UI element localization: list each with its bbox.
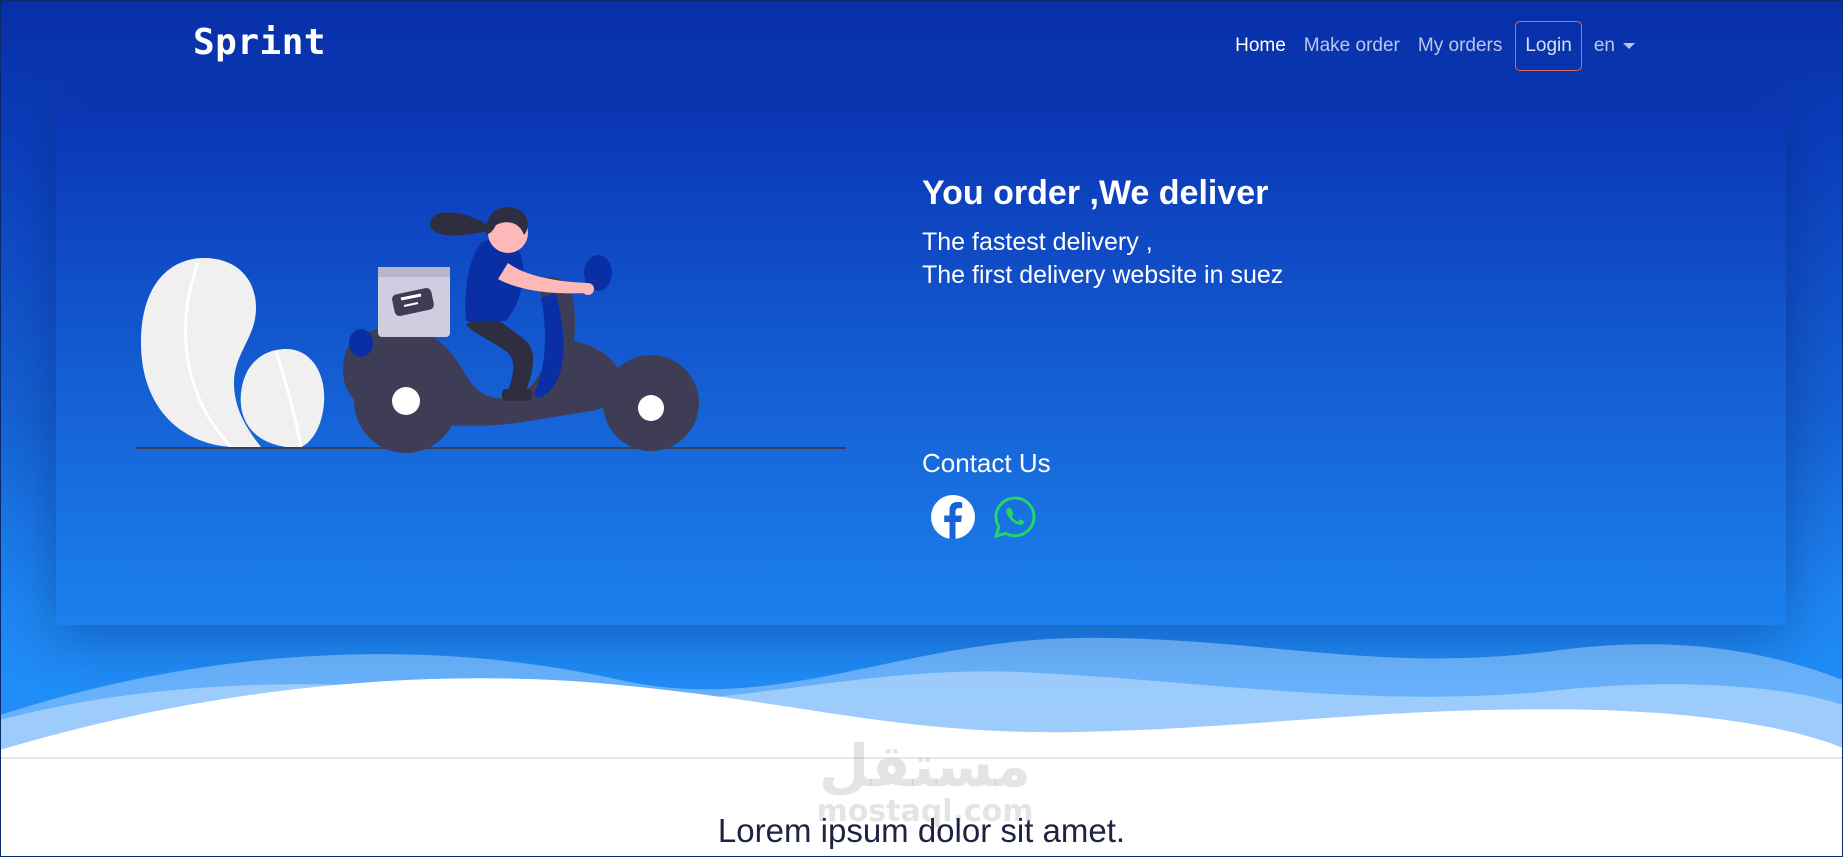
section-title: Lorem ipsum dolor sit amet. (717, 812, 1126, 849)
navbar: Sprint Home Make order My orders Login e… (0, 0, 1843, 92)
hero-headline: You order ,We deliver (922, 174, 1269, 212)
facebook-icon[interactable] (930, 494, 976, 540)
login-button[interactable]: Login (1515, 21, 1582, 71)
whatsapp-icon[interactable] (992, 494, 1038, 540)
language-dropdown[interactable]: en (1586, 35, 1643, 57)
language-label: en (1593, 35, 1615, 56)
watermark-arabic: مستقل (818, 732, 1032, 800)
hero-card: You order ,We deliver The fastest delive… (56, 108, 1786, 625)
nav-make-order[interactable]: Make order (1295, 35, 1409, 57)
nav-home[interactable]: Home (1226, 35, 1295, 57)
brand-logo[interactable]: Sprint (193, 22, 326, 63)
hero-subline-1: The fastest delivery , (922, 228, 1153, 256)
chevron-down-icon (1623, 43, 1635, 49)
nav-my-orders[interactable]: My orders (1409, 35, 1511, 57)
hero-section: Sprint Home Make order My orders Login e… (0, 0, 1843, 760)
hero-subline-2: The first delivery website in suez (922, 261, 1284, 289)
contact-title: Contact Us (922, 448, 1051, 478)
nav-links: Home Make order My orders Login en (1226, 21, 1643, 71)
delivery-scooter-illustration (136, 207, 846, 453)
